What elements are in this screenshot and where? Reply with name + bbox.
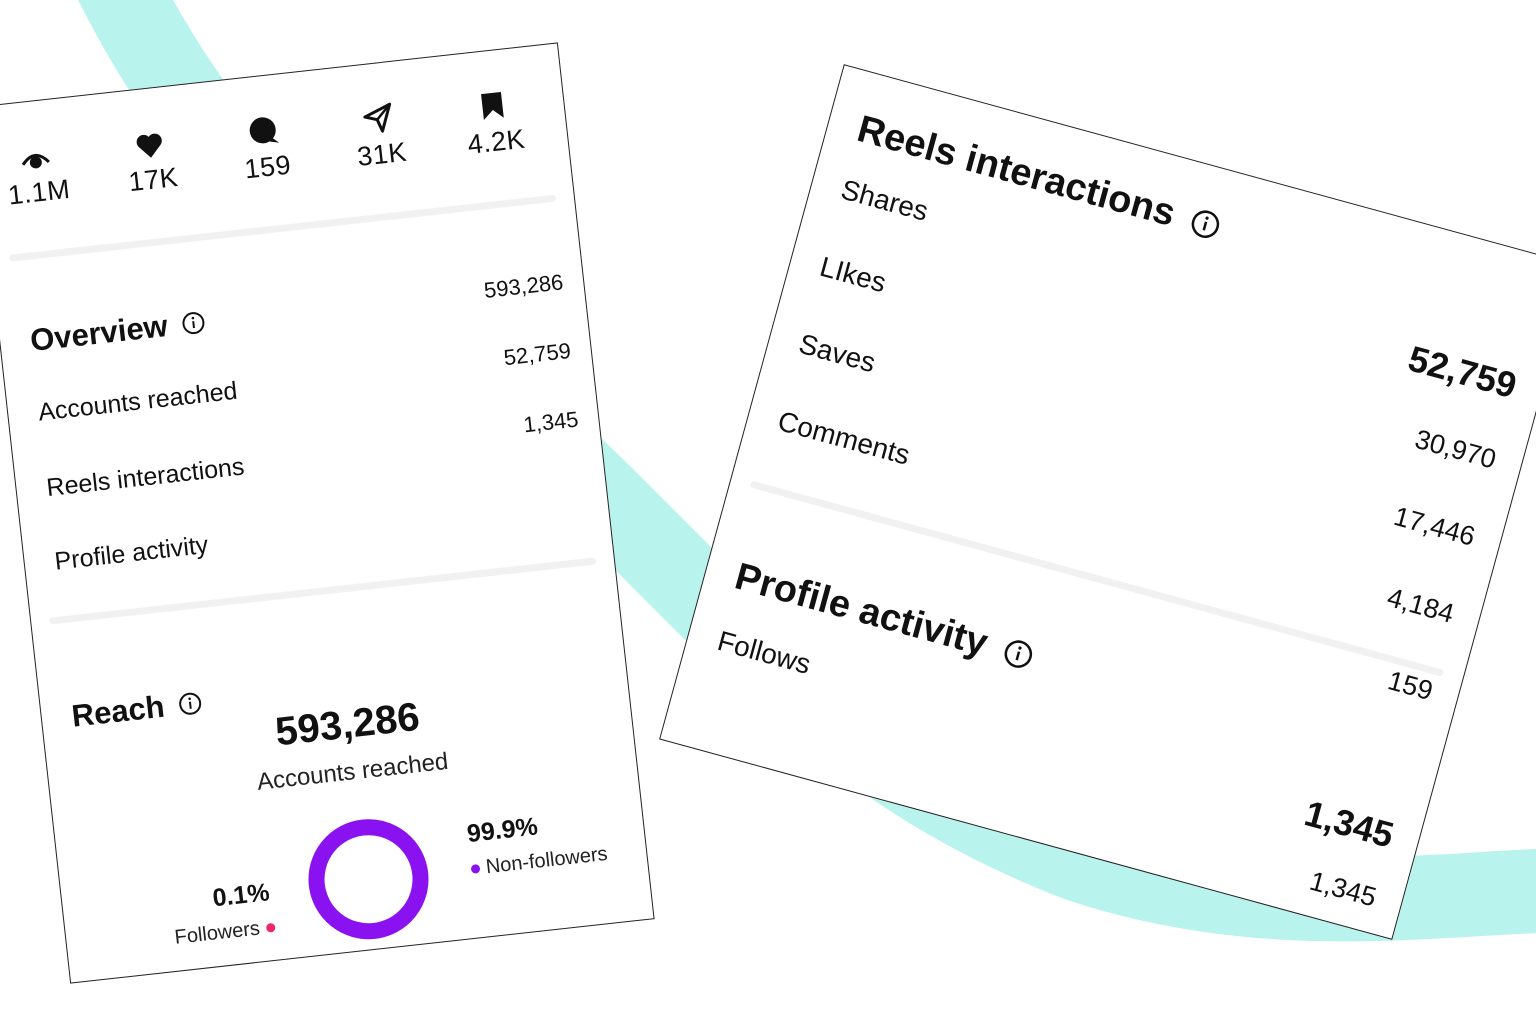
bookmark-icon [435, 75, 549, 127]
send-icon [321, 88, 435, 140]
info-icon[interactable] [180, 310, 206, 336]
eye-icon [0, 126, 92, 178]
nonfollowers-dot [470, 863, 481, 874]
stat-value: 1.1M [6, 173, 72, 211]
info-icon[interactable] [1000, 635, 1037, 672]
reels-value-saves: 4,184 [1384, 582, 1458, 629]
reels-label-likes: LIkes [816, 250, 890, 299]
profile-label-follows: Follows [714, 625, 815, 680]
reels-value-shares: 30,970 [1411, 423, 1500, 475]
info-icon[interactable] [1187, 205, 1224, 242]
overview-label-accounts[interactable]: Accounts reached [37, 377, 239, 428]
followers-legend: Followers [174, 916, 276, 950]
insights-card-left: 1.1M 17K 159 31K 4.2K Overview 593,286 A… [0, 42, 655, 984]
overview-title: Overview [28, 304, 207, 359]
overview-value-2: 52,759 [502, 337, 573, 371]
profile-total: 1,345 [1300, 792, 1399, 856]
reels-label-comments: Comments [774, 405, 914, 471]
reels-total: 52,759 [1404, 337, 1522, 407]
heart-icon [92, 113, 206, 165]
stat-comments: 159 [206, 100, 324, 189]
stat-value: 4.2K [466, 123, 527, 160]
stat-saves: 4.2K [435, 75, 553, 164]
stat-likes: 17K [92, 113, 210, 202]
stat-views: 1.1M [0, 126, 96, 215]
followers-dot [265, 922, 276, 933]
overview-title-text: Overview [28, 308, 170, 358]
nonfollowers-legend: Non-followers [470, 843, 609, 881]
reels-label-saves: Saves [795, 327, 879, 379]
info-icon[interactable] [177, 690, 203, 716]
followers-pct: 0.1% [211, 878, 271, 913]
reels-label-shares: Shares [837, 173, 932, 227]
followers-label: Followers [173, 917, 262, 949]
donut-nonfollowers-arc [308, 819, 429, 940]
nonfollowers-pct: 99.9% [465, 812, 540, 849]
stat-value: 159 [242, 149, 293, 185]
nonfollowers-label: Non-followers [484, 842, 609, 879]
overview-label-profile[interactable]: Profile activity [53, 531, 209, 577]
stat-shares: 31K [321, 88, 439, 177]
stat-value: 31K [355, 136, 409, 172]
stat-value: 17K [127, 161, 180, 198]
reels-value-likes: 17,446 [1390, 501, 1479, 552]
reach-donut-chart [308, 819, 429, 940]
overview-value-3: 1,345 [522, 406, 580, 438]
overview-value-1: 593,286 [482, 269, 565, 303]
profile-value-follows: 1,345 [1306, 865, 1380, 913]
overview-label-reels[interactable]: Reels interactions [45, 452, 246, 503]
comment-icon [206, 100, 320, 152]
divider [749, 480, 1445, 677]
